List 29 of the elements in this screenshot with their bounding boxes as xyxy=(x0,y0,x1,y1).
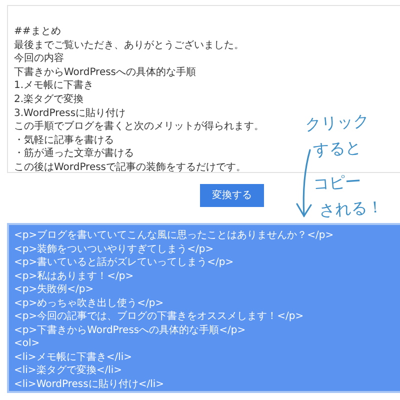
code-line: <li>メモ帳に下書き</li> xyxy=(14,350,132,364)
text-line: 最後までご覧いただき、ありがとうございました。 xyxy=(14,38,244,52)
code-line: <p>めっちゃ吹き出し使う</p> xyxy=(14,296,164,310)
text-line: ・気軽に記事を書ける xyxy=(14,134,114,148)
text-line: 下書きからWordPressへの具体的な手順 xyxy=(14,66,196,80)
handwritten-note: クリック xyxy=(304,110,370,136)
text-line: 3.WordPressに貼り付け xyxy=(14,106,126,120)
convert-button[interactable]: 変換する xyxy=(200,184,264,207)
text-line: 1.メモ帳に下書き xyxy=(14,79,94,93)
code-line: <p>書いていると話がズレていってしまう</p> xyxy=(14,256,234,270)
code-line: <ol> xyxy=(14,337,40,350)
code-line: <li>楽タグで変換</li> xyxy=(14,364,122,378)
code-line: <p>今回の記事では、ブログの下書きをオススメします！</p> xyxy=(14,310,304,324)
text-line: この手順でブログを書くと次のメリットが得られます。 xyxy=(14,120,264,134)
text-line: ・筋が通った文章が書ける xyxy=(14,147,134,161)
text-line: この後はWordPressで記事の装飾をするだけです。 xyxy=(14,160,246,175)
handwritten-note: される！ xyxy=(318,196,384,222)
text-line: 今回の内容 xyxy=(14,52,64,66)
code-line: <p>私はあります！</p> xyxy=(14,270,134,283)
code-line: <li>WordPressに貼り付け</li> xyxy=(14,378,164,391)
handwritten-note: コピー xyxy=(312,170,362,196)
code-line: <p>下書きからWordPressへの具体的な手順</p> xyxy=(14,324,246,337)
text-line: ##まとめ xyxy=(14,25,61,39)
code-line: <p>装飾をついついやりすぎてしまう</p> xyxy=(14,242,214,256)
code-line: <p>失敗例</p> xyxy=(14,283,94,296)
output-text-area[interactable] xyxy=(7,223,400,393)
code-line: <p>ブログを書いていてこんな風に思ったことはありませんか？</p> xyxy=(14,229,334,242)
text-line: 2.楽タグで変換 xyxy=(14,92,84,107)
handwritten-note: すると xyxy=(312,136,362,162)
